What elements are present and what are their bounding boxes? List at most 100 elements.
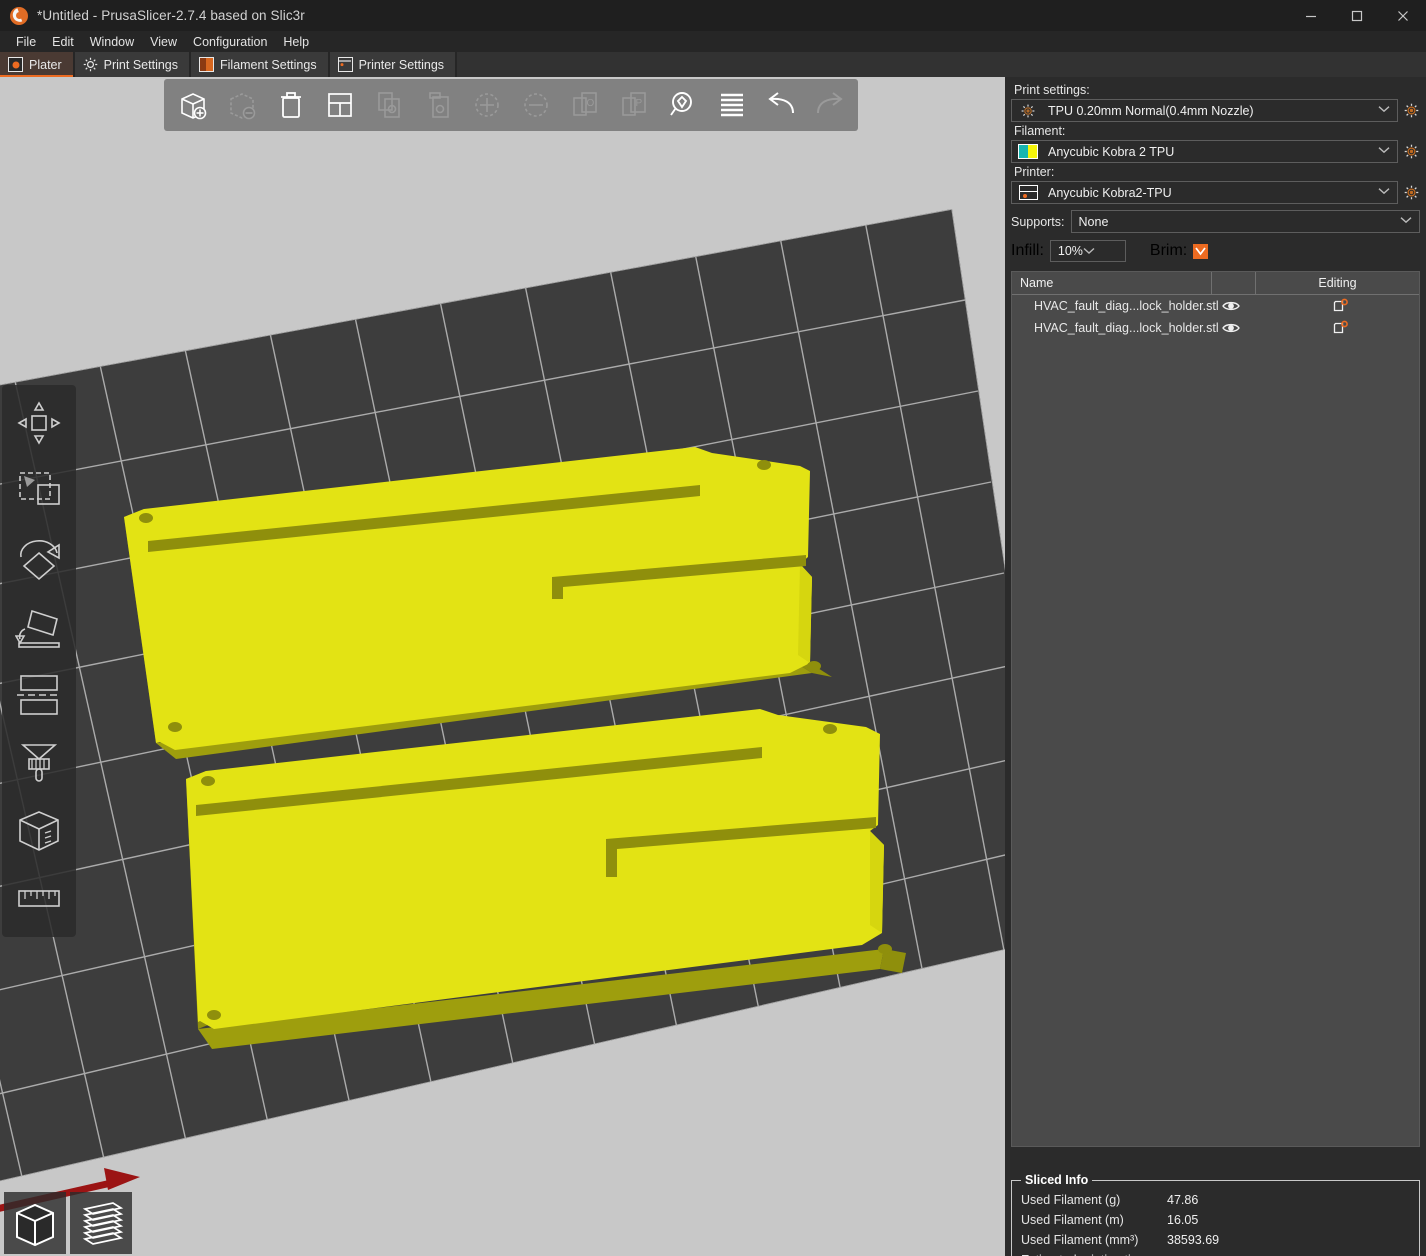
place-on-face-gizmo-icon[interactable] [6, 593, 72, 661]
arrange-icon[interactable] [315, 82, 364, 128]
table-row[interactable]: HVAC_fault_diag...lock_holder.stl [1012, 295, 1419, 317]
plater-icon [8, 57, 23, 72]
3d-viewport[interactable]: O P [0, 77, 1005, 1256]
chevron-down-icon [1378, 141, 1390, 159]
filament-value: Anycubic Kobra 2 TPU [1048, 145, 1174, 159]
seam-painting-gizmo-icon[interactable] [6, 797, 72, 865]
sliced-info-panel: Sliced Info Used Filament (g) 47.86 Used… [1011, 1180, 1420, 1256]
tab-filament-settings[interactable]: Filament Settings [191, 52, 330, 77]
supports-row: Supports: None [1011, 210, 1420, 233]
object-list-header: Name Editing [1012, 272, 1419, 295]
tab-plater[interactable]: Plater [0, 52, 75, 77]
tab-print-settings[interactable]: Print Settings [75, 52, 191, 77]
menu-item-help[interactable]: Help [275, 34, 317, 50]
used-filament-mm3-label: Used Filament (mm³) [1021, 1233, 1167, 1247]
object-name: HVAC_fault_diag...lock_holder.stl [1012, 299, 1219, 313]
menu-bar: File Edit Window View Configuration Help [0, 31, 1426, 52]
gear-icon [83, 57, 98, 72]
menu-item-edit[interactable]: Edit [44, 34, 82, 50]
brim-label: Brim: [1150, 242, 1187, 260]
paste-icon [413, 82, 462, 128]
rotate-gizmo-icon[interactable] [6, 525, 72, 593]
printer-label: Printer: [1014, 165, 1420, 179]
window-controls [1288, 0, 1426, 31]
filament-combo[interactable]: Anycubic Kobra 2 TPU [1011, 140, 1398, 163]
sliced-info-row-filament-m: Used Filament (m) 16.05 [1021, 1213, 1419, 1227]
remove-instance-icon [511, 82, 560, 128]
add-instance-icon [462, 82, 511, 128]
cut-gizmo-icon[interactable] [6, 661, 72, 729]
minimize-button[interactable] [1288, 0, 1334, 31]
edit-filament-settings-gear-icon[interactable] [1403, 143, 1420, 160]
eye-icon[interactable] [1219, 322, 1263, 334]
object-settings-icon[interactable] [1263, 298, 1419, 314]
printer-preset-icon [1018, 185, 1038, 201]
object-name: HVAC_fault_diag...lock_holder.stl [1012, 321, 1219, 335]
chevron-down-icon [1400, 211, 1412, 229]
print-settings-combo[interactable]: TPU 0.20mm Normal(0.4mm Nozzle) [1011, 99, 1398, 122]
svg-text:O: O [586, 98, 594, 109]
search-icon[interactable] [658, 82, 707, 128]
used-filament-m-value: 16.05 [1167, 1213, 1198, 1227]
prusaslicer-window: *Untitled - PrusaSlicer-2.7.4 based on S… [0, 0, 1426, 1256]
scale-gizmo-icon[interactable] [6, 457, 72, 525]
brim-checkbox[interactable] [1193, 244, 1208, 259]
sliced-info-title: Sliced Info [1021, 1173, 1092, 1187]
measure-gizmo-icon[interactable] [6, 865, 72, 933]
move-gizmo-icon[interactable] [6, 389, 72, 457]
redo-icon [805, 82, 854, 128]
printer-value: Anycubic Kobra2-TPU [1048, 186, 1172, 200]
filament-color-swatch-icon [1018, 144, 1038, 160]
preview-view-button[interactable] [70, 1192, 132, 1254]
split-to-objects-icon: O [560, 82, 609, 128]
infill-label: Infill: [1011, 242, 1044, 260]
object-list[interactable]: Name Editing HVAC_fault_diag...lock_hold… [1011, 271, 1420, 1147]
paint-support-gizmo-icon[interactable] [6, 729, 72, 797]
printer-row: Anycubic Kobra2-TPU [1011, 181, 1420, 204]
column-header-editing: Editing [1256, 272, 1419, 294]
supports-combo[interactable]: None [1071, 210, 1420, 233]
used-filament-mm3-value: 38593.69 [1167, 1233, 1219, 1247]
tab-printer-settings[interactable]: Printer Settings [330, 52, 457, 77]
column-header-name: Name [1012, 272, 1212, 294]
table-row[interactable]: HVAC_fault_diag...lock_holder.stl [1012, 317, 1419, 339]
maximize-button[interactable] [1334, 0, 1380, 31]
title-bar: *Untitled - PrusaSlicer-2.7.4 based on S… [0, 0, 1426, 31]
object-settings-icon[interactable] [1263, 320, 1419, 336]
sliced-info-row-filament-g: Used Filament (g) 47.86 [1021, 1193, 1419, 1207]
infill-combo[interactable]: 10% [1050, 240, 1126, 262]
close-button[interactable] [1380, 0, 1426, 31]
variable-layer-height-icon[interactable] [707, 82, 756, 128]
infill-brim-row: Infill: 10% Brim: [1011, 240, 1420, 262]
filament-label: Filament: [1014, 124, 1420, 138]
print-settings-value: TPU 0.20mm Normal(0.4mm Nozzle) [1048, 104, 1254, 118]
print-settings-label: Print settings: [1014, 83, 1420, 97]
supports-value: None [1079, 215, 1109, 229]
prusaslicer-logo-icon [10, 7, 28, 25]
printer-icon [338, 57, 353, 72]
menu-item-file[interactable]: File [8, 34, 44, 50]
menu-item-configuration[interactable]: Configuration [185, 34, 275, 50]
window-title: *Untitled - PrusaSlicer-2.7.4 based on S… [37, 8, 305, 23]
used-filament-g-value: 47.86 [1167, 1193, 1198, 1207]
editor-view-button[interactable] [4, 1192, 66, 1254]
tab-print-settings-label: Print Settings [104, 58, 178, 72]
supports-label: Supports: [1011, 215, 1065, 229]
edit-printer-settings-gear-icon[interactable] [1403, 184, 1420, 201]
tab-plater-label: Plater [29, 58, 62, 72]
tab-printer-settings-label: Printer Settings [359, 58, 444, 72]
view-mode-buttons [4, 1192, 132, 1254]
used-filament-m-label: Used Filament (m) [1021, 1213, 1167, 1227]
eye-icon[interactable] [1219, 300, 1263, 312]
print-settings-row: TPU 0.20mm Normal(0.4mm Nozzle) [1011, 99, 1420, 122]
menu-item-window[interactable]: Window [82, 34, 142, 50]
undo-icon[interactable] [756, 82, 805, 128]
infill-value: 10% [1058, 244, 1083, 258]
printer-combo[interactable]: Anycubic Kobra2-TPU [1011, 181, 1398, 204]
menu-item-view[interactable]: View [142, 34, 185, 50]
edit-print-settings-gear-icon[interactable] [1403, 102, 1420, 119]
add-icon[interactable] [168, 82, 217, 128]
delete-all-icon[interactable] [266, 82, 315, 128]
filament-row: Anycubic Kobra 2 TPU [1011, 140, 1420, 163]
plater-toolbar: O P [164, 79, 858, 131]
